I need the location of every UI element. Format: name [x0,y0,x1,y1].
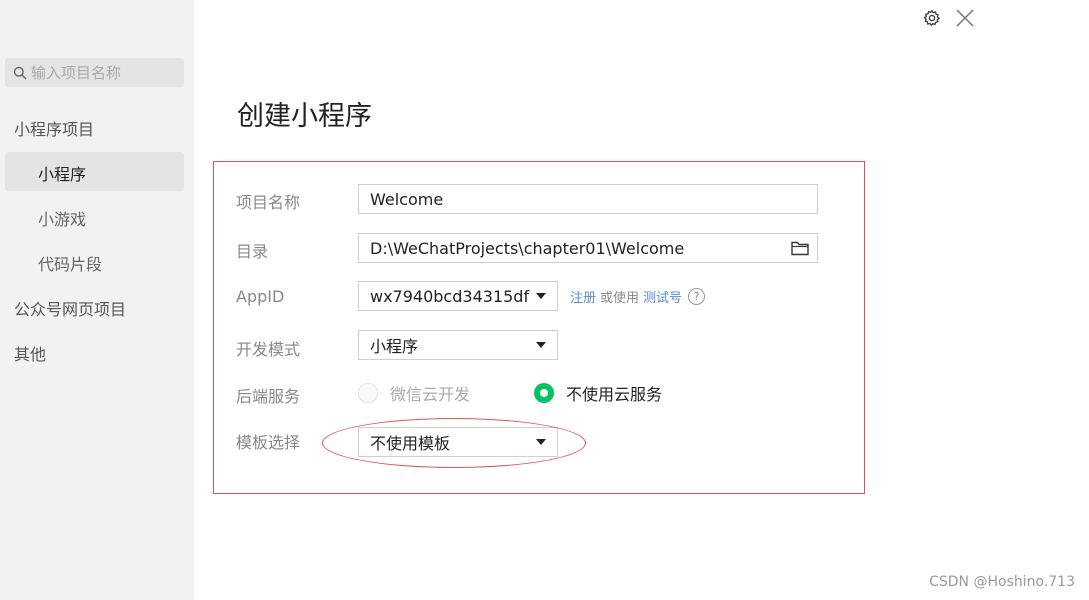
watermark: CSDN @Hoshino.713 [929,574,1075,590]
directory-label: 目录 [236,242,269,261]
test-account-link[interactable]: 测试号 [643,287,682,306]
backend-option-cloud-label: 微信云开发 [390,385,471,404]
sidebar-item-active-bg [5,152,184,191]
dev-mode-select[interactable]: 小程序 [358,330,558,360]
backend-option-none[interactable]: 不使用云服务 [534,381,662,405]
sidebar: 小程序项目 小程序 小游戏 代码片段 公众号网页项目 其他 [0,0,194,600]
sidebar-group-other[interactable]: 其他 [14,341,46,365]
search-box[interactable] [5,58,184,87]
caret-down-icon [536,439,546,445]
project-name-value: Welcome [370,189,444,209]
sidebar-group-official-web-project[interactable]: 公众号网页项目 [14,296,126,320]
radio-checked-icon[interactable] [534,383,554,403]
backend-option-none-label: 不使用云服务 [566,385,663,404]
directory-input[interactable]: D:\WeChatProjects\chapter01\Welcome [358,233,818,263]
caret-down-icon [536,342,546,348]
sidebar-item-minigame[interactable]: 小游戏 [38,206,86,230]
search-icon [13,66,27,80]
sidebar-item-code-snippet[interactable]: 代码片段 [38,251,102,275]
directory-value: D:\WeChatProjects\chapter01\Welcome [370,238,685,258]
template-select[interactable]: 不使用模板 [358,427,558,457]
or-use-text: 或使用 [600,291,640,306]
register-link[interactable]: 注册 [570,287,596,306]
project-name-label: 项目名称 [236,193,301,212]
sidebar-item-miniprogram[interactable]: 小程序 [38,161,86,185]
help-icon[interactable]: ? [688,288,706,305]
appid-select[interactable]: wx7940bcd34315dfea [358,281,558,311]
backend-label: 后端服务 [236,387,301,406]
page-title: 创建小程序 [237,101,372,132]
project-name-input[interactable]: Welcome [358,184,818,214]
dev-mode-label: 开发模式 [236,340,301,359]
close-icon[interactable] [955,8,975,28]
backend-option-cloud[interactable]: 微信云开发 [358,381,470,405]
dev-mode-value: 小程序 [370,337,419,356]
template-label: 模板选择 [236,433,301,452]
template-value: 不使用模板 [370,434,451,453]
search-input[interactable] [31,63,181,82]
radio-unchecked-icon[interactable] [358,383,378,403]
caret-down-icon [536,293,546,299]
gear-icon[interactable] [923,9,941,27]
appid-links: 注册 或使用 测试号 ? [570,287,706,306]
appid-label: AppID [236,287,285,306]
folder-icon[interactable] [791,240,809,256]
sidebar-group-miniprogram-project[interactable]: 小程序项目 [14,116,94,140]
appid-value: wx7940bcd34315dfea [370,286,530,306]
